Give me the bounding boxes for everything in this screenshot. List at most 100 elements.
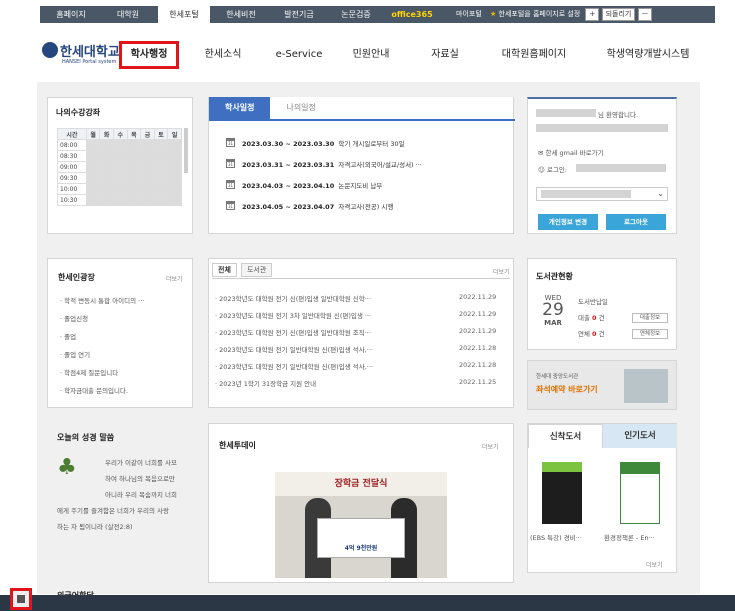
schedule-item[interactable]: 2023.03.31 ~ 2023.03.31 자격고사(외국어/설교/성서) …: [242, 159, 422, 169]
tt-time: 09:30: [57, 172, 87, 184]
loan-info-button[interactable]: 대출정보: [632, 313, 668, 323]
emblem-icon: [42, 42, 58, 58]
nav-library[interactable]: 자료실: [420, 41, 470, 69]
menu-icon: [17, 595, 25, 603]
tab-all[interactable]: 전체: [212, 263, 237, 277]
tt-header-mon: 월: [85, 128, 101, 140]
overdue-info-button[interactable]: 연체정보: [632, 329, 668, 339]
quick-menu-button[interactable]: [10, 588, 32, 610]
plaza-more-link[interactable]: 더보기: [166, 274, 183, 283]
tab-popular-books[interactable]: 인기도서: [603, 424, 677, 448]
nav-civil[interactable]: 민원안내: [346, 41, 396, 69]
bible-line: 하여 하나님의 복음으로만: [105, 475, 175, 483]
top-nav-vision[interactable]: 한세비전: [212, 6, 270, 23]
top-nav-graduate[interactable]: 대학원: [102, 6, 154, 23]
calendar-icon: [226, 201, 235, 210]
account-select[interactable]: ⌄: [536, 187, 668, 201]
notice-row[interactable]: · 2023학년도 대학원 전기 3차 일반대학원 신(편)입생 ···: [215, 310, 445, 320]
nav-eservice[interactable]: e-Service: [268, 41, 330, 69]
nav-competency[interactable]: 학생역량개발시스템: [596, 41, 700, 69]
welcome-text: 님 환영합니다.: [598, 111, 639, 119]
schedule-item[interactable]: 2023.03.30 ~ 2023.03.30 학기 개시일로부터 30일: [242, 138, 405, 148]
banner-line1: 한세대 중앙도서관: [536, 374, 579, 380]
library-title: 도서관현황: [536, 272, 573, 281]
timetable-scrollbar[interactable]: [184, 128, 188, 173]
loan-count: 대출 0 건: [578, 314, 605, 322]
top-nav-homepage[interactable]: 홈페이지: [40, 6, 102, 23]
today-title: 한세투데이: [219, 441, 256, 450]
today-panel: 한세투데이 더보기 장학금 전달식 4억 9천만원: [208, 423, 514, 583]
logo-title: 한세대학교: [60, 45, 120, 60]
nav-grad-home[interactable]: 대학원홈페이지: [488, 41, 580, 69]
set-homepage-link[interactable]: 한세포털을 홈페이지로 설정: [499, 10, 581, 18]
edit-profile-button[interactable]: 개인정보 변경: [538, 214, 598, 230]
library-panel: 도서관현황 WED 29 MAR 도서반납일 대출 0 건 연체 0 건 대출정…: [527, 258, 677, 350]
redacted-login: [576, 164, 666, 172]
tt-header-tue: 화: [99, 128, 114, 140]
logout-button[interactable]: 로그아웃: [606, 214, 666, 230]
nav-academic-admin[interactable]: 학사행정: [119, 41, 179, 69]
photo-caption: 장학금 전달식: [275, 472, 447, 496]
nav-news[interactable]: 한세소식: [196, 41, 250, 69]
tt-header-fri: 금: [140, 128, 155, 140]
login-info: ☺ 로그인:: [538, 166, 567, 174]
books-panel: 신착도서 인기도서 (EBS 특강) 경비··· 환경정책론 - En··· 더…: [527, 423, 677, 573]
books-more-link[interactable]: 더보기: [646, 560, 663, 569]
mypage-link[interactable]: 마이포털: [456, 10, 482, 18]
seat-reservation-banner[interactable]: 한세대 중앙도서관 좌석예약 바로가기: [527, 360, 677, 410]
schedule-item[interactable]: 2023.04.03 ~ 2023.04.10 논문지도비 납부: [242, 180, 382, 190]
tt-time: 10:30: [57, 194, 87, 206]
list-item[interactable]: · 학적 변동시 통합 아이디의 ···: [60, 295, 144, 305]
bible-line: 아니라 우리 목숨까지 너희: [105, 491, 177, 499]
tab-new-books[interactable]: 신착도서: [528, 424, 603, 448]
today-photo[interactable]: 장학금 전달식 4억 9천만원: [275, 472, 447, 578]
notice-row[interactable]: · 2023학년도 대학원 전기 신(편)입생 일반대학원 조직···: [215, 327, 445, 337]
tab-my-schedule[interactable]: 나의일정: [270, 97, 331, 119]
tab-library[interactable]: 도서관: [241, 263, 273, 277]
zoom-out-button[interactable]: ㅡ: [637, 7, 653, 21]
book-title[interactable]: (EBS 특강) 경비···: [530, 532, 600, 542]
tt-header-time: 시간: [57, 128, 87, 140]
zoom-in-button[interactable]: +: [585, 7, 600, 21]
notice-row[interactable]: · 2023학년도 대학원 전기 일반대학원 신(편)입생 석사,···: [215, 344, 445, 354]
bible-line: 하는 자 됨이니라 (살전2:8): [57, 523, 133, 531]
notice-row[interactable]: · 2023학년도 대학원 전기 일반대학원 신(편)입생 석사,···: [215, 361, 445, 371]
top-nav-office365[interactable]: office365: [384, 6, 440, 23]
top-nav-fund[interactable]: 발전기금: [270, 6, 328, 23]
book-cover-ebs[interactable]: [542, 462, 582, 524]
calendar-icon: [226, 180, 235, 189]
list-item[interactable]: · 졸업: [60, 331, 76, 341]
tree-icon: ♣: [57, 455, 77, 480]
list-item[interactable]: · 학자금대출 문의입니다.: [60, 385, 128, 395]
chevron-down-icon: ⌄: [657, 189, 664, 198]
tt-header-sun: 일: [167, 128, 182, 140]
tab-academic-schedule[interactable]: 학사일정: [209, 97, 271, 119]
notice-row[interactable]: · 2023학년도 대학원 전기 신(편)입생 일반대학원 신학···: [215, 293, 445, 303]
user-icon: ☺: [538, 166, 545, 174]
notice-more-link[interactable]: 더보기: [493, 267, 510, 276]
top-nav-portal[interactable]: 한세포털: [158, 6, 210, 23]
book-title[interactable]: 환경정책론 - En···: [604, 532, 676, 542]
schedule-item[interactable]: 2023.04.05 ~ 2023.04.07 자격고사(전공) 시행: [242, 201, 393, 211]
list-item[interactable]: · 졸업신청: [60, 313, 88, 323]
book-cover-environment[interactable]: [620, 462, 660, 524]
notice-date: 2022.11.25: [459, 378, 497, 386]
top-nav-thesis[interactable]: 논문검증: [328, 6, 384, 23]
gmail-link[interactable]: ✉ 한세 gmail 바로가기: [538, 147, 604, 157]
top-bar: 홈페이지 대학원 한세포털 한세비전 발전기금 논문검증 office365 마…: [0, 0, 735, 28]
today-more-link[interactable]: 더보기: [482, 442, 499, 451]
tt-time: 08:00: [57, 139, 87, 151]
tt-header-sat: 토: [153, 128, 169, 140]
bottom-bar: [0, 595, 735, 611]
schedule-panel: 학사일정 나의일정 2023.03.30 ~ 2023.03.30 학기 개시일…: [208, 97, 515, 234]
banner-line2: 좌석예약 바로가기: [536, 385, 598, 394]
list-item[interactable]: · 졸업 연기: [60, 349, 90, 359]
reset-zoom-button[interactable]: 되돌리기: [601, 7, 636, 21]
tt-time: 09:00: [57, 161, 87, 173]
tt-time: 08:30: [57, 150, 87, 162]
notice-date: 2022.11.28: [459, 361, 497, 369]
list-item[interactable]: · 학점4제 질문입니다: [60, 367, 118, 377]
user-panel: 님 환영합니다. ✉ 한세 gmail 바로가기 ☺ 로그인: ⌄ 개인정보 변…: [527, 97, 677, 234]
notice-row[interactable]: · 2023년 1학기 31장학금 지원 안내: [215, 378, 445, 388]
tt-header-wed: 수: [112, 128, 128, 140]
